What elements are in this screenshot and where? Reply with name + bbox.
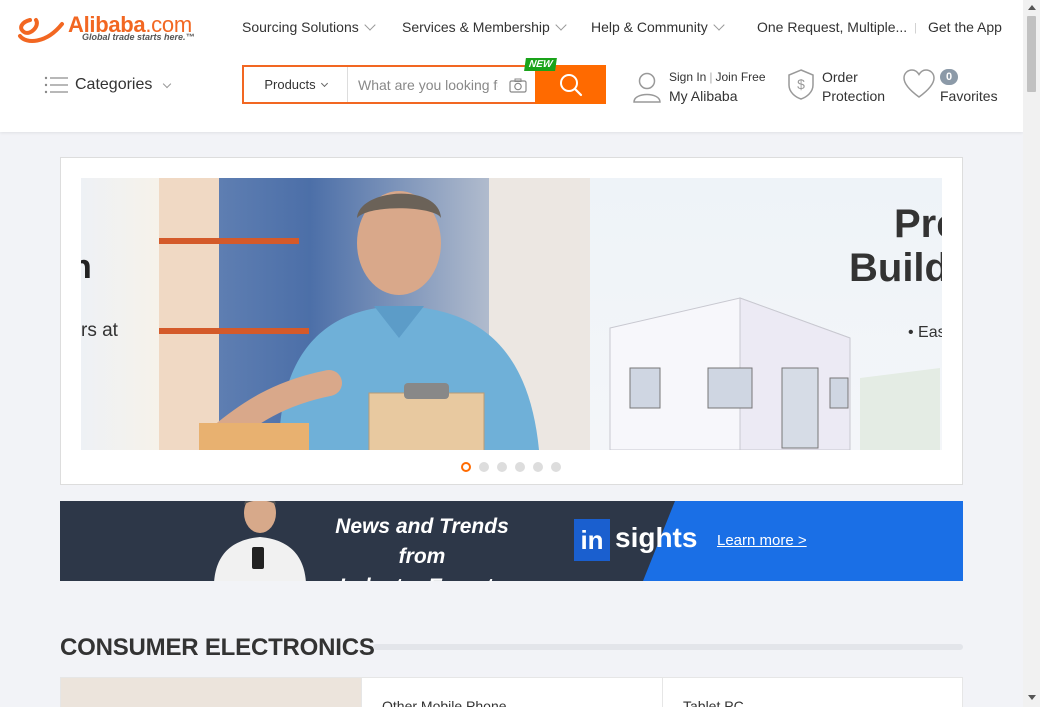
carousel-dot[interactable] xyxy=(497,462,507,472)
nav-services-membership[interactable]: Services & Membership xyxy=(402,19,571,35)
insights-logo-sights: sights xyxy=(615,522,698,553)
user-icon xyxy=(633,72,661,103)
insights-headline-line1: News and Trends from xyxy=(335,515,509,568)
worker-with-clipboard-image xyxy=(159,178,590,450)
carousel-slide-previous: n rs at xyxy=(81,178,159,450)
svg-text:$: $ xyxy=(797,76,805,92)
scroll-up-arrow-icon[interactable] xyxy=(1028,5,1036,10)
scrollbar-thumb[interactable] xyxy=(1027,16,1036,92)
nav-sourcing-solutions[interactable]: Sourcing Solutions xyxy=(242,19,380,35)
carousel-dots xyxy=(461,462,561,472)
account-link-separator: | xyxy=(709,70,713,84)
insights-logo-in: in xyxy=(574,519,610,561)
chevron-down-icon xyxy=(713,19,725,31)
nav-get-the-app[interactable]: Get the App xyxy=(928,19,1002,35)
categories-label: Categories xyxy=(75,76,153,93)
favorites-count-badge: 0 xyxy=(940,69,958,85)
carousel-dot[interactable] xyxy=(515,462,525,472)
chevron-down-icon xyxy=(364,19,376,31)
sign-in-link[interactable]: Sign In xyxy=(669,70,706,84)
order-protection-line2: Protection xyxy=(822,88,886,104)
category-card-label: Tablet PC xyxy=(683,698,744,707)
section-title: CONSUMER ELECTRONICS xyxy=(60,634,375,661)
hero-carousel: n rs at Pr Build • Eas xyxy=(60,157,963,485)
favorites-label: Favorites xyxy=(940,88,998,104)
heart-icon xyxy=(903,69,935,98)
nav-one-request[interactable]: One Request, Multiple... xyxy=(757,19,907,35)
my-alibaba-link[interactable]: My Alibaba xyxy=(669,88,737,104)
list-menu-icon xyxy=(44,76,68,94)
dollar-shield-icon: $ xyxy=(788,69,814,100)
search-input[interactable] xyxy=(348,67,498,102)
category-feature-image[interactable] xyxy=(61,678,361,707)
carousel-slides[interactable]: n rs at Pr Build • Eas xyxy=(81,178,942,450)
camera-icon[interactable] xyxy=(509,78,527,93)
insights-headline-line2: Industry Experts xyxy=(317,572,527,581)
insights-banner[interactable]: News and Trends from Industry Experts in… xyxy=(60,501,963,581)
carousel-dot[interactable] xyxy=(461,462,471,472)
search-category-dropdown[interactable]: Products xyxy=(244,67,348,102)
slide-bullet: • Eas xyxy=(908,324,942,341)
chevron-down-icon xyxy=(320,79,328,87)
logo-tagline: Global trade starts here.™ xyxy=(82,32,195,42)
prefab-house-image xyxy=(609,297,940,450)
chevron-down-icon xyxy=(163,79,172,88)
category-card-label: Other Mobile Phone xyxy=(382,698,507,707)
category-cards: Other Mobile Phone Tablet PC xyxy=(60,677,963,707)
carousel-slide-next: Pre Build • Eas xyxy=(590,178,942,450)
section-divider xyxy=(373,644,963,650)
carousel-dot[interactable] xyxy=(533,462,543,472)
insights-learn-more-link[interactable]: Learn more > xyxy=(717,532,807,549)
scroll-down-arrow-icon[interactable] xyxy=(1028,695,1036,700)
page-scrollbar[interactable] xyxy=(1023,0,1040,707)
account-links: Sign In | Join Free xyxy=(669,70,766,84)
slide-title-fragment: n xyxy=(81,248,92,286)
category-card[interactable]: Tablet PC xyxy=(662,678,963,707)
carousel-dot[interactable] xyxy=(479,462,489,472)
categories-menu[interactable]: Categories xyxy=(44,74,172,96)
new-badge: NEW xyxy=(524,58,558,71)
category-card[interactable]: Other Mobile Phone xyxy=(361,678,662,707)
order-protection-line1: Order xyxy=(822,69,858,85)
carousel-dot[interactable] xyxy=(551,462,561,472)
alibaba-logo[interactable]: Alibaba.com Global trade starts here.™ xyxy=(16,12,206,46)
carousel-photo-worker xyxy=(159,178,590,450)
search-icon xyxy=(559,73,582,96)
alibaba-smile-icon xyxy=(18,18,64,43)
join-free-link[interactable]: Join Free xyxy=(715,70,765,84)
site-header: Alibaba.com Global trade starts here.™ S… xyxy=(0,0,1023,132)
chevron-down-icon xyxy=(555,19,567,31)
slide-subtitle-fragment: rs at xyxy=(81,320,118,341)
slide-heading-line2: Build xyxy=(849,246,942,290)
nav-help-community[interactable]: Help & Community xyxy=(591,19,729,35)
nav-separator: | xyxy=(914,22,917,34)
businessman-with-phone-image xyxy=(214,501,306,581)
slide-heading-line1: Pre xyxy=(894,202,942,246)
insights-headline: News and Trends from Industry Experts xyxy=(317,512,527,581)
